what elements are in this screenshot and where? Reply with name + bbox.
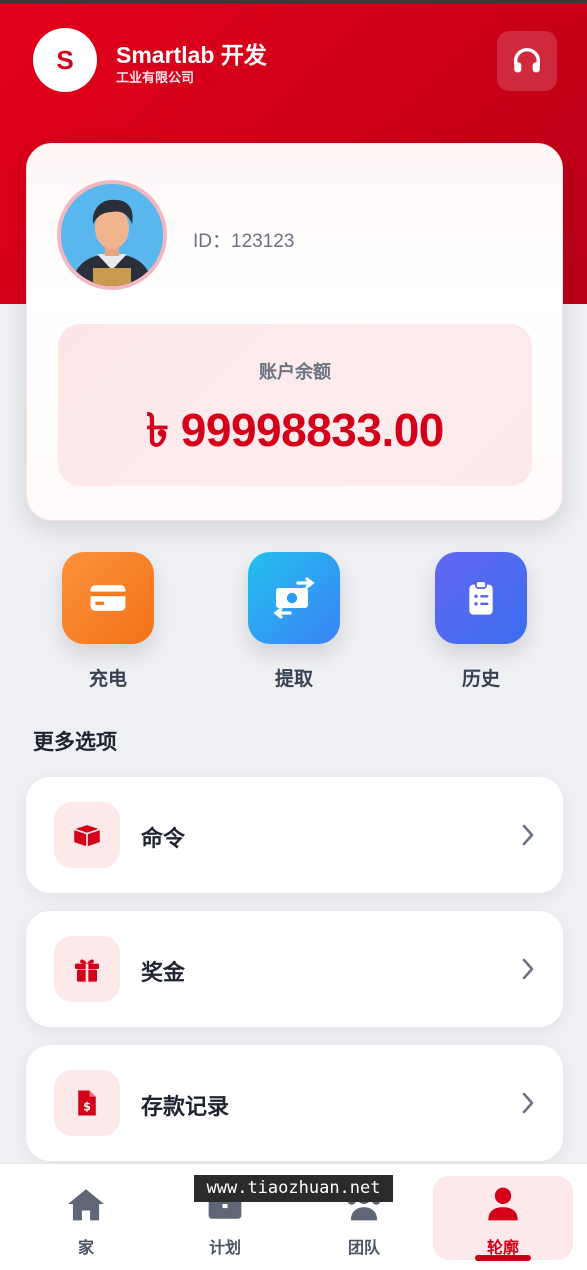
customer-support-button[interactable] bbox=[497, 31, 557, 91]
chevron-right-icon bbox=[522, 824, 534, 846]
nav-home[interactable]: 家 bbox=[16, 1176, 156, 1260]
brand-name: Smartlab 开发 bbox=[116, 42, 267, 68]
watermark: www.tiaozhuan.net bbox=[194, 1175, 393, 1202]
quick-action-history[interactable]: 历史 bbox=[421, 552, 541, 691]
quick-action-withdraw[interactable]: 提取 bbox=[234, 552, 354, 691]
option-label: 奖金 bbox=[141, 960, 186, 985]
headset-icon bbox=[513, 48, 541, 73]
person-illustration-icon bbox=[61, 184, 163, 286]
quick-tile[interactable] bbox=[248, 552, 340, 644]
quick-label: 充电 bbox=[88, 669, 127, 690]
home-icon bbox=[68, 1189, 104, 1221]
chevron-right-icon bbox=[522, 958, 534, 980]
quick-action-recharge[interactable]: 充电 bbox=[48, 552, 168, 691]
dollar-file-icon: $ bbox=[78, 1090, 96, 1116]
option-label: 存款记录 bbox=[141, 1094, 230, 1119]
nav-label: 家 bbox=[77, 1240, 94, 1257]
svg-text:$: $ bbox=[83, 1101, 91, 1114]
brand-avatar: S bbox=[33, 28, 97, 92]
brand-subtitle: 工业有限公司 bbox=[116, 70, 195, 85]
user-avatar[interactable] bbox=[57, 180, 167, 290]
option-icon-wrap bbox=[54, 936, 120, 1002]
gift-icon bbox=[75, 959, 99, 982]
balance-box: 账户余额 ৳ 99998833.00 bbox=[58, 324, 532, 486]
quick-label: 提取 bbox=[274, 669, 313, 690]
balance-amount: ৳ 99998833.00 bbox=[146, 404, 444, 456]
user-icon bbox=[488, 1187, 518, 1221]
section-title: 更多选项 bbox=[33, 731, 117, 754]
box-icon bbox=[73, 825, 101, 847]
option-bonus[interactable]: 奖金 bbox=[26, 911, 563, 1027]
quick-label: 历史 bbox=[461, 669, 500, 690]
option-label: 命令 bbox=[141, 826, 186, 851]
user-id: ID：123123 bbox=[193, 231, 295, 252]
nav-label: 团队 bbox=[347, 1240, 380, 1257]
profile-card: ID：123123 账户余额 ৳ 99998833.00 bbox=[26, 143, 563, 521]
option-deposit-records[interactable]: $ 存款记录 bbox=[26, 1045, 563, 1161]
nav-label: 计划 bbox=[208, 1240, 241, 1257]
nav-profile[interactable]: 轮廓 bbox=[433, 1176, 573, 1260]
credit-card-icon bbox=[90, 585, 126, 611]
option-orders[interactable]: 命令 bbox=[26, 777, 563, 893]
quick-tile[interactable] bbox=[62, 552, 154, 644]
option-icon-wrap bbox=[54, 802, 120, 868]
balance-label: 账户余额 bbox=[259, 362, 331, 382]
money-transfer-icon bbox=[273, 577, 315, 619]
chevron-right-icon bbox=[522, 1092, 534, 1114]
quick-tile[interactable] bbox=[435, 552, 527, 644]
clipboard-list-icon bbox=[469, 580, 493, 615]
option-icon-wrap: $ bbox=[54, 1070, 120, 1136]
nav-active-indicator bbox=[475, 1255, 531, 1261]
